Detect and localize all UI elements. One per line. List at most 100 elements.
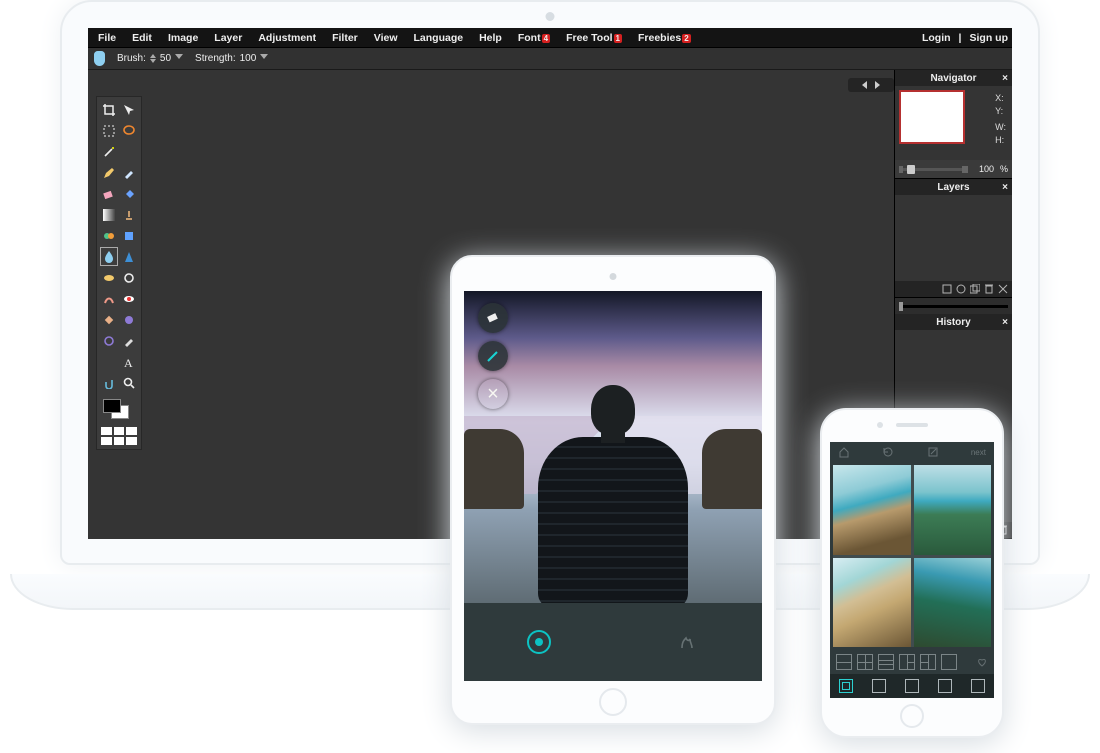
phone-home-button[interactable] bbox=[900, 704, 924, 728]
tablet-bottom-bar bbox=[464, 603, 762, 681]
pinch-icon[interactable] bbox=[101, 332, 117, 349]
phone-speaker bbox=[896, 423, 928, 427]
duplicate-layer-icon[interactable] bbox=[970, 284, 980, 294]
close-button[interactable]: × bbox=[478, 379, 508, 409]
photo-collage[interactable] bbox=[833, 465, 991, 647]
menu-layer[interactable]: Layer bbox=[208, 30, 248, 46]
bloat-icon[interactable] bbox=[121, 311, 137, 328]
layers-panel: Layers × bbox=[895, 179, 1012, 298]
color-replace-icon[interactable] bbox=[101, 227, 117, 244]
photo-subject bbox=[528, 379, 698, 619]
shape-icon[interactable] bbox=[121, 227, 137, 244]
login-link[interactable]: Login bbox=[922, 32, 951, 44]
brush-dropdown-icon[interactable] bbox=[175, 54, 183, 63]
layer-settings-icon[interactable] bbox=[998, 284, 1008, 294]
layers-title: Layers bbox=[937, 182, 969, 193]
strength-dropdown-icon[interactable] bbox=[260, 54, 268, 63]
collage-cell[interactable] bbox=[914, 558, 992, 648]
close-icon[interactable]: × bbox=[1002, 182, 1008, 193]
nav-item[interactable] bbox=[938, 679, 952, 693]
eyedropper-icon[interactable] bbox=[121, 332, 137, 349]
menu-language[interactable]: Language bbox=[408, 30, 470, 46]
thumbnail-grid[interactable] bbox=[101, 427, 137, 445]
layout-1[interactable] bbox=[941, 654, 957, 670]
record-button[interactable] bbox=[527, 630, 551, 654]
layer-mask-icon[interactable] bbox=[956, 284, 966, 294]
hand-icon[interactable] bbox=[101, 374, 117, 391]
badge: 1 bbox=[614, 34, 622, 43]
edit-icon[interactable] bbox=[927, 446, 939, 458]
nav-item[interactable] bbox=[872, 679, 886, 693]
brush-icon[interactable] bbox=[121, 164, 137, 181]
layout-2h[interactable] bbox=[836, 654, 852, 670]
zoom-slider[interactable] bbox=[899, 168, 968, 171]
sharpen-icon[interactable] bbox=[121, 248, 137, 265]
menu-font[interactable]: Font4 bbox=[512, 30, 556, 46]
sponge-icon[interactable] bbox=[101, 269, 117, 286]
menu-filter[interactable]: Filter bbox=[326, 30, 364, 46]
menu-file[interactable]: File bbox=[92, 30, 122, 46]
tablet-home-button[interactable] bbox=[599, 688, 627, 716]
brush-stepper[interactable] bbox=[150, 51, 156, 66]
delete-layer-icon[interactable] bbox=[984, 284, 994, 294]
tabs-prev-icon[interactable] bbox=[858, 81, 867, 89]
home-icon[interactable] bbox=[838, 446, 850, 458]
collage-cell[interactable] bbox=[833, 558, 911, 648]
crop-icon[interactable] bbox=[101, 101, 117, 118]
eraser-button[interactable] bbox=[478, 303, 508, 333]
layout-3h[interactable] bbox=[878, 654, 894, 670]
collage-cell[interactable] bbox=[914, 465, 992, 555]
lasso-icon[interactable] bbox=[121, 122, 137, 139]
move-icon[interactable] bbox=[121, 101, 137, 118]
close-icon[interactable]: × bbox=[1002, 73, 1008, 84]
layers-body[interactable] bbox=[895, 195, 1012, 281]
tablet-canvas[interactable] bbox=[464, 291, 762, 603]
menu-view[interactable]: View bbox=[368, 30, 404, 46]
menu-image[interactable]: Image bbox=[162, 30, 204, 46]
red-eye-icon[interactable] bbox=[121, 290, 137, 307]
tabs-next-icon[interactable] bbox=[875, 81, 884, 89]
next-label[interactable]: next bbox=[971, 448, 986, 457]
clone-stamp-icon[interactable] bbox=[121, 206, 137, 223]
color-swatches[interactable] bbox=[101, 399, 137, 419]
photo-decoration bbox=[702, 429, 762, 509]
gradient-icon[interactable] bbox=[101, 206, 117, 223]
layers-footer bbox=[895, 281, 1012, 297]
brush-size-control[interactable]: Brush: 50 bbox=[117, 51, 183, 66]
collage-cell[interactable] bbox=[833, 465, 911, 555]
menu-freebies[interactable]: Freebies2 bbox=[632, 30, 697, 46]
menu-help[interactable]: Help bbox=[473, 30, 508, 46]
nav-item[interactable] bbox=[971, 679, 985, 693]
dodge-icon[interactable] bbox=[121, 269, 137, 286]
type-icon[interactable]: A bbox=[121, 353, 137, 370]
nav-item[interactable] bbox=[905, 679, 919, 693]
navigator-thumbnail[interactable] bbox=[901, 92, 963, 142]
paint-bucket-icon[interactable] bbox=[121, 185, 137, 202]
marquee-icon[interactable] bbox=[101, 122, 117, 139]
refresh-icon[interactable] bbox=[882, 446, 894, 458]
layout-2-1[interactable] bbox=[920, 654, 936, 670]
menu-adjustment[interactable]: Adjustment bbox=[252, 30, 322, 46]
close-icon[interactable]: × bbox=[1002, 317, 1008, 328]
brush-button[interactable] bbox=[478, 341, 508, 371]
nav-grid-icon[interactable] bbox=[839, 679, 853, 693]
signup-link[interactable]: Sign up bbox=[970, 32, 1009, 44]
layout-quad[interactable] bbox=[857, 654, 873, 670]
new-layer-icon[interactable] bbox=[942, 284, 952, 294]
brush-value: 50 bbox=[160, 53, 171, 64]
history-slider[interactable] bbox=[895, 298, 1012, 314]
zoom-icon[interactable] bbox=[121, 374, 137, 391]
menu-free-tool[interactable]: Free Tool1 bbox=[560, 30, 628, 46]
menu-edit[interactable]: Edit bbox=[126, 30, 158, 46]
smudge-icon[interactable] bbox=[101, 290, 117, 307]
document-tab-strip[interactable] bbox=[848, 78, 894, 92]
blur-icon[interactable] bbox=[101, 248, 117, 265]
favorite-icon[interactable] bbox=[976, 656, 988, 668]
stamp-button[interactable] bbox=[676, 630, 700, 654]
spot-heal-icon[interactable] bbox=[101, 311, 117, 328]
layout-1-2[interactable] bbox=[899, 654, 915, 670]
eraser-icon[interactable] bbox=[101, 185, 117, 202]
strength-control[interactable]: Strength: 100 bbox=[195, 53, 268, 64]
wand-icon[interactable] bbox=[101, 143, 117, 160]
pencil-icon[interactable] bbox=[101, 164, 117, 181]
